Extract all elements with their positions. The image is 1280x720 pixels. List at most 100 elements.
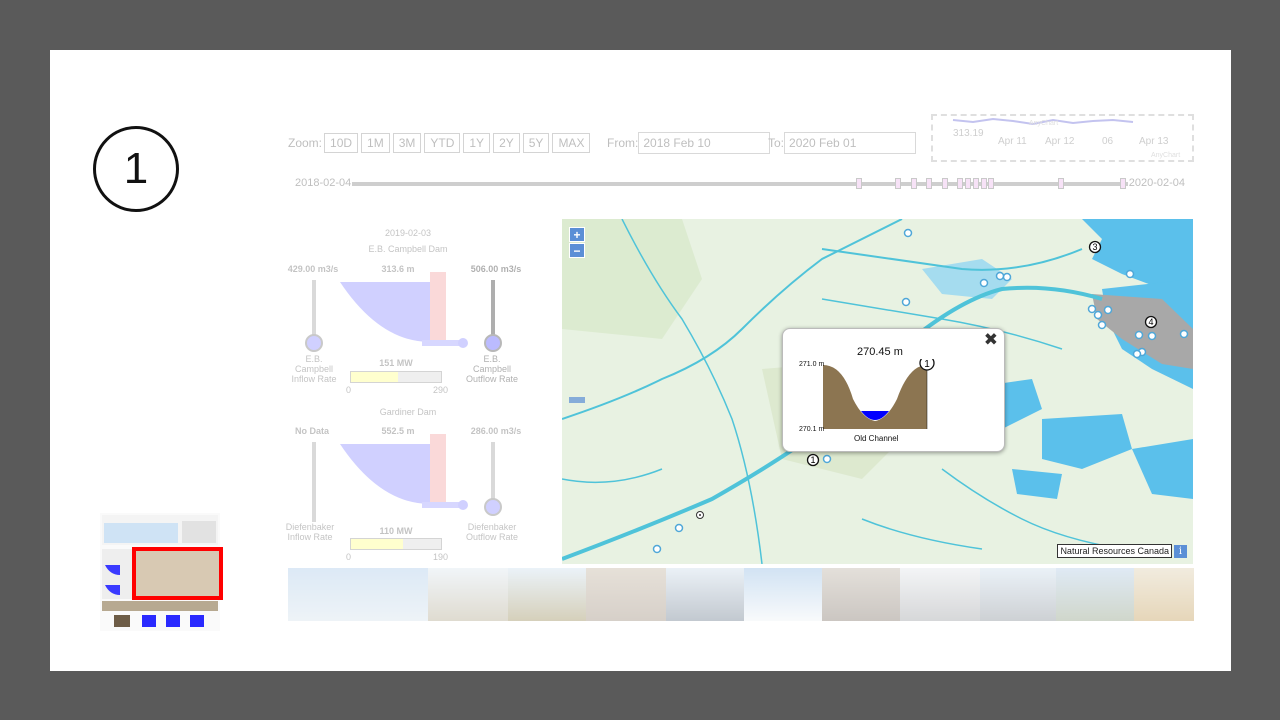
photo-thumbnail[interactable] xyxy=(980,568,1056,621)
dam2-outflow-label: Diefenbaker Outflow Rate xyxy=(465,522,519,542)
timeline-event-marker[interactable] xyxy=(965,178,972,189)
dam2-inflow-gauge xyxy=(312,442,316,522)
dam1-power-max: 290 xyxy=(433,385,449,395)
dam1-inflow-gauge xyxy=(312,280,316,338)
timeline-event-marker[interactable] xyxy=(988,178,995,189)
popup-water-level: 270.45 m xyxy=(857,346,903,358)
dam1-inflow-value: 429.00 m3/s xyxy=(287,264,339,274)
dam2-reservoir-diagram xyxy=(340,434,468,510)
timeline-event-marker[interactable] xyxy=(1058,178,1065,189)
mini-chart-x-label: Apr 13 xyxy=(1139,136,1169,147)
popup-y-top: 271.0 m xyxy=(799,361,825,368)
zoom-button-1m[interactable]: 1M xyxy=(361,133,390,153)
dam2-inflow-label: Diefenbaker Inflow Rate xyxy=(285,522,335,542)
zoom-button-ytd[interactable]: YTD xyxy=(424,133,461,153)
map-zoom-slider[interactable] xyxy=(569,397,585,403)
dam2-power-max: 190 xyxy=(433,552,449,562)
dam1-power-bar xyxy=(350,371,442,383)
dam1-reservoir-diagram xyxy=(340,272,468,348)
timeline-event-marker[interactable] xyxy=(972,178,979,189)
popup-y-bottom: 270.1 m xyxy=(799,426,825,433)
dam1-inflow-label: E.B. Campbell Inflow Rate xyxy=(291,354,337,384)
step-number-badge: 1 xyxy=(93,126,179,212)
to-date-group: To: xyxy=(768,132,917,154)
dam1-outflow-knob xyxy=(484,334,502,352)
dam2-name: Gardiner Dam xyxy=(379,407,437,417)
zoom-label: Zoom: xyxy=(288,136,323,150)
zoom-button-2y[interactable]: 2Y xyxy=(493,133,520,153)
map-attribution: Natural Resources Canada xyxy=(1057,544,1172,558)
mini-chart-x-label: Apr 11 xyxy=(998,136,1027,147)
slide: 1 Zoom: 10D 1M 3M YTD 1Y 2Y 5Y MAX From:… xyxy=(50,50,1231,671)
step-number: 1 xyxy=(123,144,149,193)
zoom-button-10d[interactable]: 10D xyxy=(324,133,359,153)
zoom-button-5y[interactable]: 5Y xyxy=(522,133,550,153)
from-date-input[interactable] xyxy=(638,132,771,154)
popup-channel-diagram: 1 xyxy=(823,359,935,429)
timeline-event-marker[interactable] xyxy=(1120,178,1127,189)
mini-chart-credit: AnyChart xyxy=(1151,152,1181,159)
mini-chart-y-value: 313.19 xyxy=(953,128,984,139)
dam2-power-value: 110 MW xyxy=(379,526,413,536)
timeline-event-marker[interactable] xyxy=(856,178,863,189)
map-zoom-in-button[interactable]: + xyxy=(569,227,585,242)
photo-thumbnail[interactable] xyxy=(1056,568,1134,621)
timeline-event-marker[interactable] xyxy=(941,178,948,189)
timeline-event-marker[interactable] xyxy=(926,178,933,189)
zoom-button-3m[interactable]: 3M xyxy=(392,133,422,153)
map-marker-3: 3 xyxy=(1092,242,1097,252)
zoom-button-max[interactable]: MAX xyxy=(552,133,591,153)
dam1-outflow-value: 506.00 m3/s xyxy=(470,264,522,274)
photo-thumbnail[interactable] xyxy=(900,568,980,621)
timeline-start: 2018-02-04 xyxy=(295,177,352,189)
to-label: To: xyxy=(768,136,785,150)
zoom-toolbar: Zoom: 10D 1M 3M YTD 1Y 2Y 5Y MAX xyxy=(288,133,593,153)
timeline-track[interactable] xyxy=(352,178,1128,189)
dam1-outflow-label: E.B. Campbell Outflow Rate xyxy=(465,354,519,384)
timeline-event-marker[interactable] xyxy=(980,178,987,189)
thumbnail-highlight xyxy=(132,547,223,600)
photo-thumbnail[interactable] xyxy=(666,568,744,621)
dam2-inflow-value: No Data xyxy=(294,426,329,436)
dam1-power-value: 151 MW xyxy=(379,358,413,368)
mini-chart: 313.19 Apr 11 Apr 12 06 Apr 13 AnyChart … xyxy=(931,114,1194,162)
timeline-event-marker[interactable] xyxy=(957,178,964,189)
dam2-outflow-gauge xyxy=(491,442,495,502)
zoom-button-1y[interactable]: 1Y xyxy=(463,133,491,153)
timeline-end: 2020-02-04 xyxy=(1128,177,1185,189)
photo-strip xyxy=(288,568,1194,621)
dam-panel: 2019-02-03 E.B. Campbell Dam 429.00 m3/s… xyxy=(286,226,528,566)
dam2-outflow-knob xyxy=(484,498,502,516)
dam2-power-fill xyxy=(351,539,404,549)
popup-close-icon[interactable]: ✖ xyxy=(984,330,998,350)
map-popup: ✖ 270.45 m 1 271.0 m 270.1 m Old Channel xyxy=(782,328,1005,452)
map-zoom-out-button[interactable]: − xyxy=(569,243,585,258)
map-marker-4: 4 xyxy=(1148,317,1153,327)
photo-thumbnail[interactable] xyxy=(288,568,428,621)
from-label: From: xyxy=(607,136,639,150)
popup-marker-number: 1 xyxy=(924,359,930,370)
dam2-power-bar xyxy=(350,538,442,550)
mini-chart-x-label: 06 xyxy=(1102,136,1114,147)
dam1-power-fill xyxy=(351,372,398,382)
dam-date: 2019-02-03 xyxy=(384,228,432,238)
dam1-inflow-knob xyxy=(305,334,323,352)
timeline-slider[interactable]: 2018-02-04 2020-02-04 xyxy=(288,176,1188,190)
popup-caption: Old Channel xyxy=(854,434,899,443)
timeline-event-marker[interactable] xyxy=(895,178,902,189)
photo-thumbnail[interactable] xyxy=(744,568,822,621)
timeline-event-marker[interactable] xyxy=(910,178,917,189)
photo-thumbnail[interactable] xyxy=(508,568,586,621)
dam1-outflow-gauge xyxy=(491,280,495,340)
mini-chart-credit: AnyChart xyxy=(1029,120,1059,127)
map-marker-1: 1 xyxy=(810,455,815,465)
photo-thumbnail[interactable] xyxy=(1134,568,1194,621)
to-date-input[interactable] xyxy=(784,132,917,154)
dam2-outflow-value: 286.00 m3/s xyxy=(470,426,522,436)
dam1-power-min: 0 xyxy=(346,385,352,395)
photo-thumbnail[interactable] xyxy=(586,568,666,621)
overview-thumbnail xyxy=(100,513,223,631)
photo-thumbnail[interactable] xyxy=(822,568,900,621)
map-info-icon[interactable]: i xyxy=(1174,545,1187,558)
photo-thumbnail[interactable] xyxy=(428,568,508,621)
